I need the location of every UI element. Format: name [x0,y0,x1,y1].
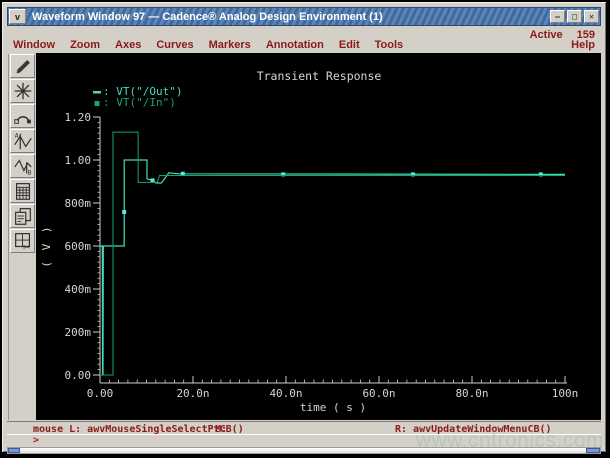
trace-out [100,159,566,376]
prompt-symbol: > [33,435,40,446]
brush-icon [16,60,30,74]
arc-icon [13,116,31,124]
calculator-icon [15,183,30,200]
x-axis-label: time ( s ) [300,401,366,414]
menu-item-curves[interactable]: Curves [156,39,193,54]
y-tick-label: 0.00 [65,369,92,382]
svg-text:B: B [27,168,31,176]
trace-marker [150,178,155,183]
split-window-button[interactable]: ✂ [10,229,35,253]
window-title: Waveform Window 97 — Cadence® Analog Des… [32,10,383,23]
svg-text:✂: ✂ [23,243,30,252]
window-scissors-icon: ✂ [14,233,30,252]
y-axis-label: ( V ) [40,224,53,267]
application-window: v Waveform Window 97 — Cadence® Analog D… [2,2,606,454]
status-mouse-middle: M: [215,424,228,435]
y-tick-label: 400m [65,283,92,296]
y-tick-label: 1.20 [65,111,92,124]
calculator-button[interactable] [10,179,35,203]
arc-tool-button[interactable] [10,104,35,128]
window-controls: — □ ✕ [550,10,599,23]
copy-icon [14,208,31,225]
chart-title: Transient Response [257,69,382,83]
menu-item-tools[interactable]: Tools [375,39,404,54]
waveform-marker-a-icon: A [13,131,32,150]
watermark: www.cntronics.com [415,429,604,452]
x-tick-label: 60.0n [362,387,395,400]
brush-tool-button[interactable] [10,54,35,78]
status-mouse-left: mouse L: awvMouseSingleSelectPtCB() [33,424,244,435]
legend-square-glyph [94,101,100,106]
close-icon: ✕ [589,12,594,21]
menu-item-window[interactable]: Window [13,39,55,54]
title-bar[interactable]: v Waveform Window 97 — Cadence® Analog D… [7,7,601,26]
waveform-marker-a-button[interactable]: A [10,129,35,153]
y-tick-label: 200m [65,326,92,339]
legend-entry: : VT("/In") [103,96,176,109]
waveform-marker-b-icon: B [13,159,32,176]
menu-item-axes[interactable]: Axes [115,39,141,54]
menu-item-help[interactable]: Help [571,39,595,54]
scrollbar-left-corner[interactable] [8,448,20,453]
copy-window-button[interactable] [10,204,35,228]
x-tick-label: 40.0n [269,387,302,400]
menu-item-zoom[interactable]: Zoom [70,39,100,54]
menu-item-edit[interactable]: Edit [339,39,360,54]
maximize-button[interactable]: □ [567,10,582,23]
maximize-icon: □ [572,12,577,21]
minimize-icon: — [555,12,560,21]
svg-text:A: A [14,131,18,139]
menu-item-markers[interactable]: Markers [209,39,251,54]
starburst-icon [14,82,31,100]
x-tick-label: 80.0n [455,387,488,400]
waveform-marker-b-button[interactable]: B [10,154,35,178]
plot-area[interactable]: 1.20 1.00 800m 600m 400m 200m 0.00 0.00 20.0n 40.… [36,53,601,420]
window-menu-button[interactable]: v [9,9,26,24]
y-tick-label: 800m [65,197,92,210]
y-tick-label: 1.00 [65,154,92,167]
starburst-tool-button[interactable] [10,79,35,103]
close-button[interactable]: ✕ [584,10,599,23]
x-tick-label: 0.00 [87,387,114,400]
chevron-down-icon: v [14,11,20,22]
trace-in [100,131,565,376]
minimize-button[interactable]: — [550,10,565,23]
x-tick-label: 20.0n [176,387,209,400]
x-tick-label: 100n [552,387,579,400]
legend-dash-glyph [93,91,101,94]
menu-item-annotation[interactable]: Annotation [266,39,324,54]
y-tick-label: 600m [65,240,92,253]
transient-response-chart[interactable]: 1.20 1.00 800m 600m 400m 200m 0.00 0.00 20.0n 40.… [36,53,601,420]
menu-bar: Window Zoom Axes Curves Markers Annotation Edi… [13,39,595,54]
trace-marker [122,210,127,215]
toolbar: A B ✂ [8,54,36,420]
